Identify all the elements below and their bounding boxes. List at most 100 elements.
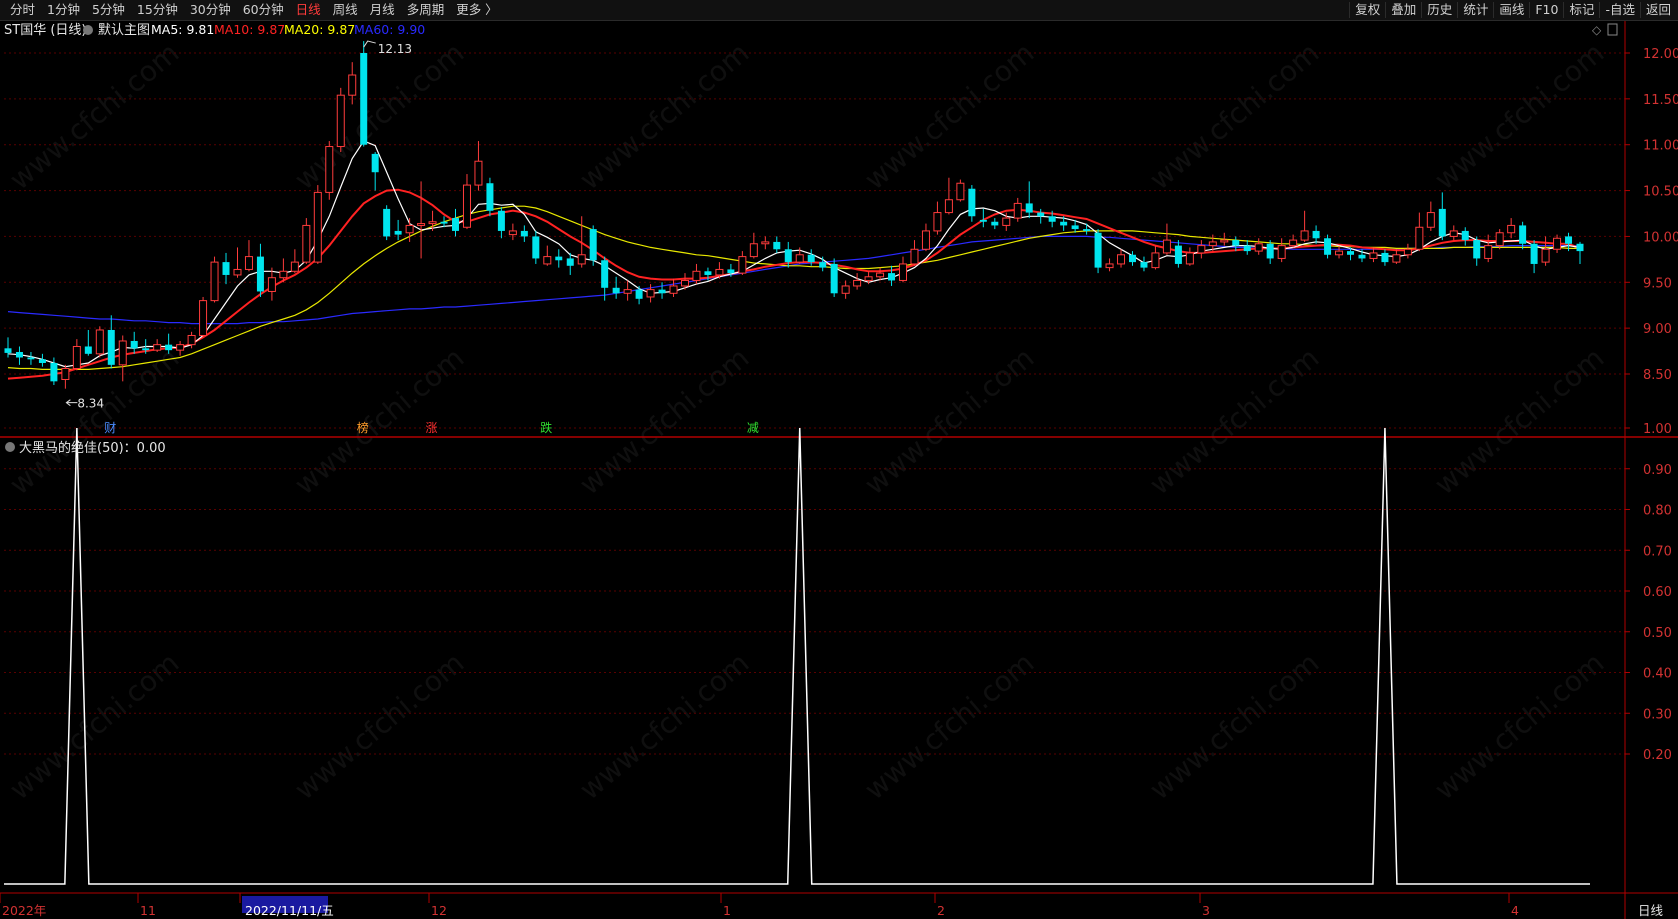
candle-body-down (50, 362, 58, 382)
candle-body-up (199, 300, 208, 336)
candle-body-down (1243, 245, 1251, 252)
event-marker-3[interactable]: 跌 (540, 420, 552, 435)
event-marker-0[interactable]: 财 (104, 421, 116, 435)
low-price-marker: 8.34 (77, 397, 104, 411)
candle-body-down (773, 241, 781, 250)
watermark-text: www.cfchi.com (1428, 341, 1610, 501)
candle-body-down (165, 344, 173, 351)
candle-body-up (428, 221, 437, 225)
candle-body-up (1403, 248, 1412, 256)
candle-body-up (577, 254, 586, 265)
watermark-text: www.cfchi.com (1143, 341, 1325, 501)
toolbar-right-buttons: 复权 叠加 历史 统计 画线 F10 标记 -自选 返回 (1349, 2, 1676, 18)
candle-body-up (95, 329, 104, 355)
candle-body-up (1484, 245, 1493, 259)
candle-body-down (27, 357, 35, 360)
candle-body-down (38, 359, 46, 363)
tab-2[interactable]: 5分钟 (86, 2, 131, 18)
tab-9[interactable]: 多周期 (401, 2, 451, 18)
indicator-y-tick-label: 1.00 (1643, 422, 1672, 437)
grid-lines (4, 52, 1630, 755)
tab-3[interactable]: 15分钟 (131, 2, 184, 18)
candle-body-up (1415, 226, 1424, 250)
toolbar-button-6[interactable]: 标记 (1563, 2, 1599, 18)
candle-body-down (1025, 203, 1033, 213)
candle-body-up (680, 279, 689, 287)
indicator-y-tick-label: 0.50 (1643, 626, 1672, 641)
candle-body-up (1392, 254, 1401, 263)
cursor-date-label: 2022/11/11/五 (245, 903, 334, 918)
watermark-text: www.cfchi.com (573, 341, 755, 501)
watermark-text: www.cfchi.com (288, 341, 470, 501)
window-toggle-icon[interactable] (1607, 23, 1618, 36)
toolbar-button-2[interactable]: 历史 (1421, 2, 1457, 18)
tab-4[interactable]: 30分钟 (184, 2, 237, 18)
indicator-line (4, 427, 1590, 885)
candle-body-up (1541, 248, 1550, 263)
event-marker-4[interactable]: 减 (747, 421, 759, 435)
candle-body-down (1037, 212, 1045, 217)
tab-5[interactable]: 60分钟 (237, 2, 290, 18)
candle-body-up (508, 230, 517, 236)
candle-body-down (807, 254, 815, 263)
toolbar-button-8[interactable]: 返回 (1639, 2, 1676, 18)
tab-8[interactable]: 月线 (364, 2, 401, 18)
candle-body-up (474, 160, 483, 186)
candle-body-up (1105, 263, 1114, 269)
tab-10[interactable]: 更多 〉 (450, 2, 503, 18)
high-marker-arrow (363, 40, 376, 48)
toolbar-button-0[interactable]: 复权 (1349, 2, 1385, 18)
stock-name: ST国华 (日线) (4, 23, 86, 38)
tab-6[interactable]: 日线 (290, 2, 327, 18)
candle-body-up (899, 263, 908, 281)
event-marker-2[interactable]: 涨 (426, 420, 438, 435)
low-marker-arrow (65, 399, 78, 407)
candle-body-up (302, 224, 311, 263)
x-tick-label: 3 (1202, 903, 1210, 918)
candle-body-up (1220, 239, 1229, 243)
y-tick-label: 11.50 (1643, 93, 1678, 108)
candle-body-down (555, 256, 563, 261)
diamond-icon[interactable]: ◇ (1592, 23, 1602, 37)
candle-body-down (612, 287, 620, 294)
x-tick-label: 11 (140, 903, 156, 918)
kline-chart[interactable]: www.cfchi.com www.cfchi.com www.cfchi.com w… (0, 21, 1678, 919)
indicator-toggle-icon[interactable] (5, 442, 15, 452)
candle-body-up (864, 276, 873, 281)
candle-body-down (1083, 229, 1091, 231)
candle-body-up (853, 279, 862, 287)
candle-body-down (1347, 251, 1355, 255)
tab-1[interactable]: 1分钟 (41, 2, 86, 18)
candle-body-down (383, 208, 391, 237)
candle-body-up (417, 223, 426, 226)
candle-body-up (1277, 245, 1286, 259)
indicator-title: 大黑马的绝佳(50)：0.00 (19, 440, 166, 456)
candle-body-down (84, 346, 92, 354)
candle-body-up (956, 182, 965, 201)
tab-7[interactable]: 周线 (327, 2, 364, 18)
candle-body-up (267, 277, 276, 292)
template-toggle-icon[interactable] (83, 25, 93, 35)
toolbar-button-7[interactable]: -自选 (1599, 2, 1640, 18)
toolbar-button-4[interactable]: 画线 (1493, 2, 1529, 18)
candle-body-down (142, 348, 150, 351)
toolbar-button-3[interactable]: 统计 (1457, 2, 1493, 18)
candle-body-up (749, 243, 758, 258)
candle-body-down (1324, 238, 1332, 255)
toolbar-button-5[interactable]: F10 (1529, 2, 1563, 18)
candle-body-down (566, 258, 574, 266)
tab-0[interactable]: 分时 (4, 2, 41, 18)
candle-body-up (1335, 250, 1344, 256)
event-marker-1[interactable]: 榜 (357, 420, 369, 435)
candle-body-down (658, 289, 666, 294)
toolbar-button-1[interactable]: 叠加 (1385, 2, 1421, 18)
y-tick-label: 10.50 (1643, 185, 1678, 200)
candle-body-up (313, 191, 322, 263)
candle-body-down (1071, 225, 1079, 230)
candle-body-up (153, 344, 162, 351)
candle-body-down (727, 269, 735, 274)
candle-body-up (72, 345, 81, 369)
template-name[interactable]: 默认主图 (98, 22, 150, 38)
period-label[interactable]: 日线 (1638, 903, 1664, 918)
candle-body-down (532, 236, 540, 259)
